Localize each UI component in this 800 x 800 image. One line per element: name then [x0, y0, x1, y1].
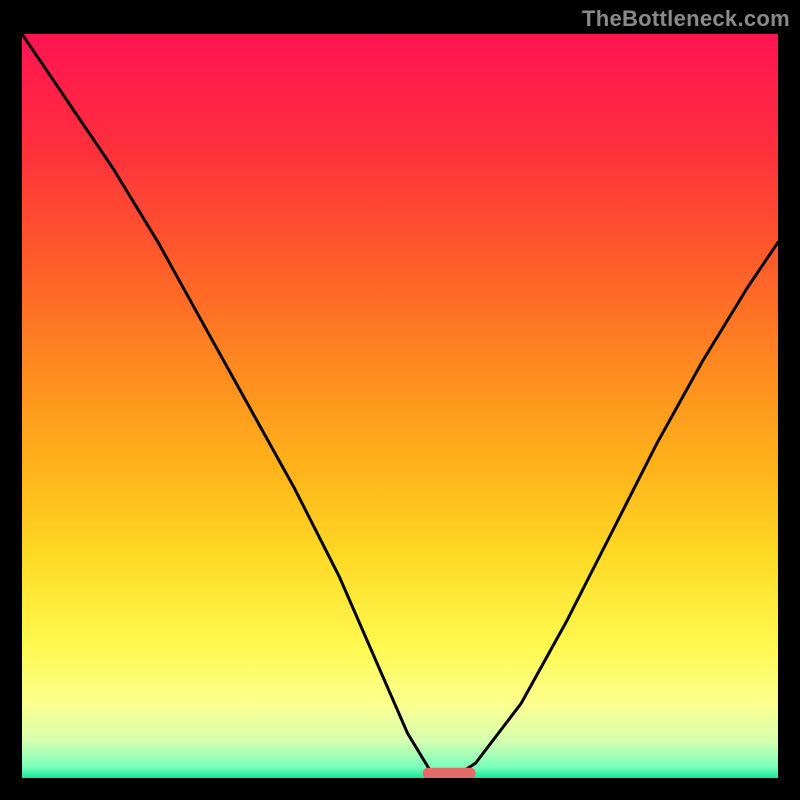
watermark-text: TheBottleneck.com — [582, 6, 790, 32]
chart-svg — [22, 34, 778, 778]
plot-background — [22, 34, 778, 778]
chart-frame: TheBottleneck.com — [0, 0, 800, 800]
optimal-marker — [423, 768, 476, 778]
plot-area — [22, 34, 778, 778]
